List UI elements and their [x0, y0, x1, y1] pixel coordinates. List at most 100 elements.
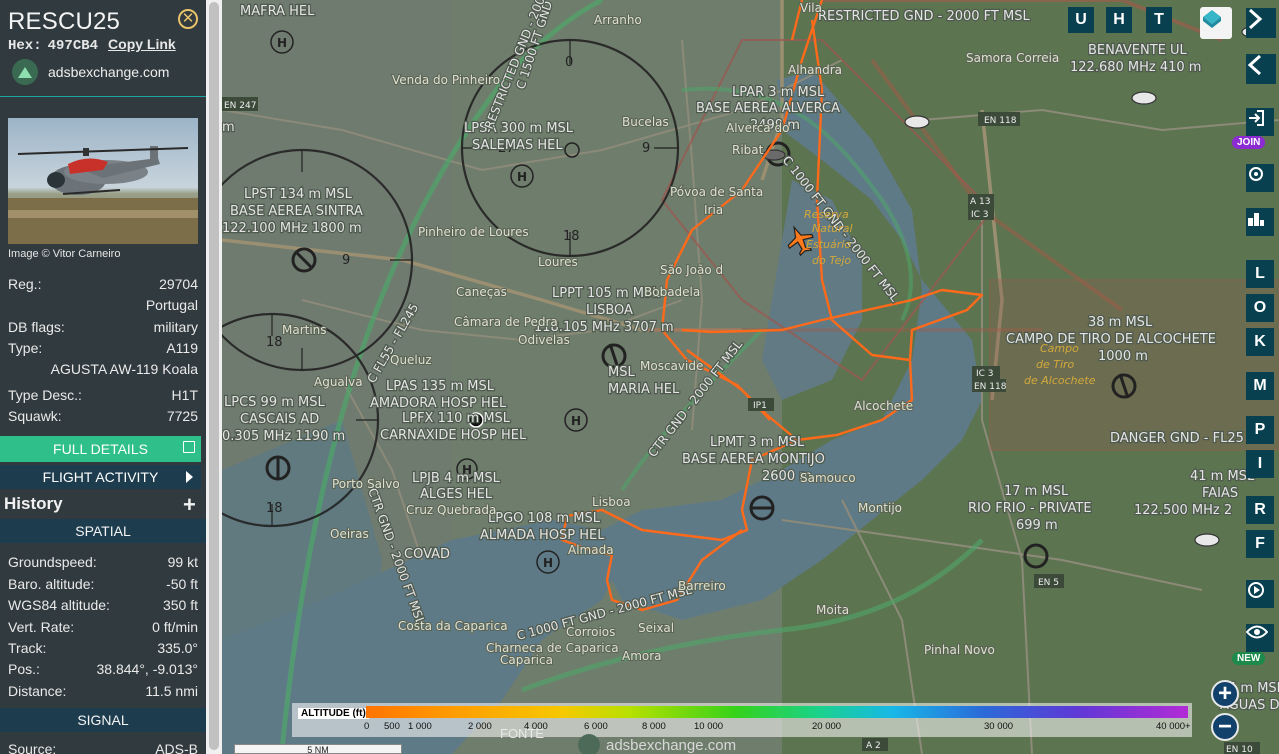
collapse-left-button[interactable]	[1246, 54, 1276, 84]
legend-tick: 20 000	[812, 721, 842, 732]
map-label: RESTRICTED GND - 2000 FT MSL	[818, 9, 1030, 24]
type-row: Type: A119	[8, 340, 198, 356]
full-details-button[interactable]: FULL DETAILS	[0, 436, 201, 462]
aircraft-marker-icon[interactable]	[1131, 91, 1157, 105]
svg-text:H: H	[571, 414, 581, 428]
join-button[interactable]	[1246, 108, 1274, 136]
source-value: ADS-B	[155, 741, 198, 754]
letter-o-button[interactable]: O	[1246, 294, 1274, 322]
divider	[0, 96, 206, 97]
letter-l-button[interactable]: L	[1246, 260, 1274, 288]
map-label: 122.500 MHz 2	[1134, 503, 1232, 518]
legend-tick: 40 000+	[1156, 721, 1191, 732]
map-label: FAIAS	[1202, 486, 1238, 501]
zoom-out-button[interactable]: −	[1211, 713, 1239, 741]
altitude-color-bar	[366, 706, 1188, 718]
toggle-t-button[interactable]: T	[1146, 7, 1172, 33]
place-label: Queluz	[390, 353, 432, 367]
svg-text:H: H	[277, 36, 287, 50]
svg-text:9: 9	[642, 141, 650, 156]
callsign-title: RESCU25	[8, 8, 121, 35]
map-label: AMADORA HOSP HEL	[370, 396, 507, 411]
groundspeed-value: 99 kt	[167, 554, 198, 570]
map-label: LPMT 3 m MSL	[710, 435, 805, 450]
letter-p-button[interactable]: P	[1246, 416, 1274, 444]
road-shield: IC 3	[971, 210, 989, 220]
map-label: 122.680 MHz 410 m	[1070, 60, 1201, 75]
groundspeed-row: Groundspeed: 99 kt	[8, 554, 198, 570]
letter-f-button[interactable]: F	[1246, 530, 1274, 558]
map-label: ALMADA HOSP HEL	[480, 528, 605, 543]
place-label: Iria	[704, 203, 723, 217]
vor-tick-0: 0	[565, 55, 573, 70]
aircraft-marker-icon[interactable]	[904, 115, 930, 129]
vert-rate-row: Vert. Rate: 0 ft/min	[8, 619, 198, 635]
source-site-link[interactable]: adsbexchange.com	[12, 59, 169, 85]
aircraft-marker-icon[interactable]	[1194, 533, 1220, 547]
place-label: Corroios	[566, 625, 615, 639]
toggle-u-button[interactable]: U	[1068, 7, 1094, 33]
settings-button[interactable]	[1246, 164, 1274, 192]
position-label: Pos.:	[8, 661, 40, 677]
map-label: LISBOA	[586, 303, 633, 318]
place-label: Costa da Caparica	[398, 619, 508, 633]
new-badge: NEW	[1232, 652, 1266, 665]
source-row: Source: ADS-B	[8, 741, 198, 754]
map-label: LPJB 4 m MSL	[412, 471, 501, 486]
distance-value: 11.5 nmi	[145, 683, 198, 699]
view-button[interactable]	[1246, 624, 1274, 652]
close-panel-button[interactable]: ✕	[178, 9, 198, 29]
place-label: Agualva	[314, 375, 363, 389]
vert-rate-label: Vert. Rate:	[8, 619, 75, 635]
reg-label: Reg.:	[8, 276, 42, 292]
place-label: Moscavide	[640, 359, 703, 373]
toggle-h-button[interactable]: H	[1106, 7, 1132, 33]
history-expand-button[interactable]: +	[183, 492, 196, 518]
map-label: LPFX 110 m MSL	[402, 411, 511, 426]
place-label: Vila	[800, 1, 822, 15]
flight-activity-button[interactable]: FLIGHT ACTIVITY	[0, 465, 201, 489]
expand-right-button[interactable]	[1246, 8, 1276, 38]
chevron-left-icon	[1247, 54, 1262, 76]
letter-r-button[interactable]: R	[1246, 496, 1274, 524]
legend-tick: 6 000	[584, 721, 608, 732]
db-flags-row: DB flags: military	[8, 319, 198, 335]
image-credit: Image © Vitor Carneiro	[8, 248, 121, 260]
place-label: Pinhal Novo	[924, 643, 995, 657]
copy-link-button[interactable]: Copy Link	[108, 36, 176, 52]
road-shield: A 2	[866, 741, 881, 751]
type-desc-value: H1T	[171, 387, 198, 403]
scrollbar-thumb[interactable]	[209, 2, 219, 750]
legend-tick: 2 000	[468, 721, 492, 732]
place-label: Venda do Pinheiro	[392, 73, 500, 87]
vert-rate-value: 0 ft/min	[152, 619, 198, 635]
chevron-right-icon	[1248, 8, 1263, 30]
sidebar-scrollbar[interactable]	[206, 0, 222, 754]
spatial-section-header: SPATIAL	[0, 519, 206, 543]
layers-icon[interactable]	[1200, 7, 1232, 39]
letter-m-button[interactable]: M	[1246, 372, 1274, 400]
track-row: Track: 335.0°	[8, 640, 198, 656]
type-desc-row: Type Desc.: H1T	[8, 387, 198, 403]
letter-k-button[interactable]: K	[1246, 328, 1274, 356]
place-label: Montijo	[858, 501, 902, 515]
map-canvas[interactable]: 0 18 27 9 18 18 9 HH HH H MAFRA HEL REST…	[222, 0, 1279, 754]
source-site-text: adsbexchange.com	[48, 64, 170, 80]
svg-text:18: 18	[266, 501, 283, 516]
svg-text:18: 18	[563, 229, 580, 244]
campo-map-label: de Alcochete	[1024, 374, 1096, 387]
map-label: m	[222, 120, 235, 135]
place-label: Odivelas	[518, 333, 570, 347]
letter-i-button[interactable]: I	[1246, 450, 1274, 478]
replay-button[interactable]	[1246, 580, 1274, 608]
aircraft-photo[interactable]	[8, 118, 198, 244]
baro-altitude-row: Baro. altitude: -50 ft	[8, 576, 198, 592]
map-view[interactable]: 0 18 27 9 18 18 9 HH HH H MAFRA HEL REST…	[222, 0, 1279, 754]
distance-row: Distance: 11.5 nmi	[8, 683, 198, 699]
stats-button[interactable]	[1246, 208, 1274, 236]
zoom-in-button[interactable]: +	[1211, 680, 1239, 708]
reserve-label: Reserva	[804, 208, 849, 221]
map-label: 1000 m	[1098, 349, 1148, 364]
place-label: Bobadela	[644, 285, 700, 299]
svg-text:18: 18	[266, 335, 283, 350]
